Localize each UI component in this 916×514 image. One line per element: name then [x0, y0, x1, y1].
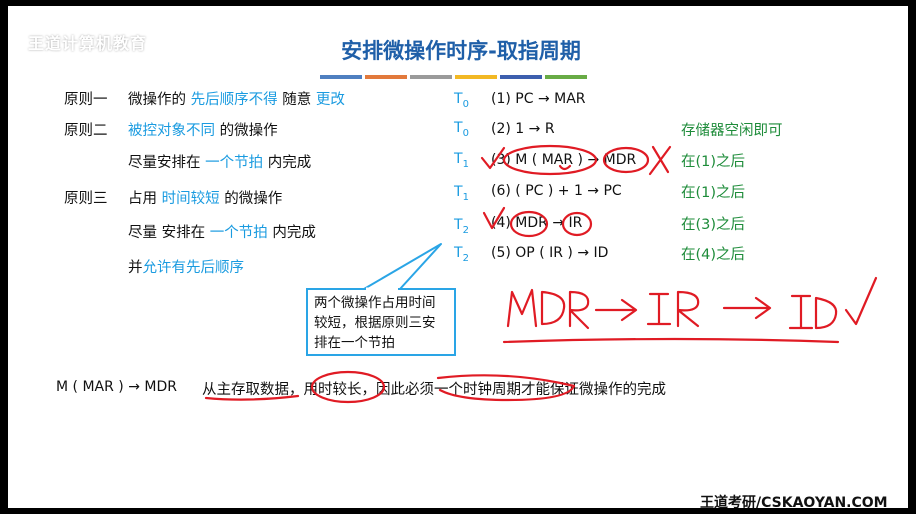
- footer-brand: 王道考研/CSKAOYAN.COM: [700, 495, 888, 508]
- callout-pointer-join: [366, 287, 398, 291]
- slide: 王道计算机教育 安排微操作时序-取指周期 原则一 微操作的 先后顺序不得 随意 …: [8, 6, 908, 508]
- bottom-explanation: 从主存取数据，用时较长，因此必须一个时钟周期才能保证微操作的完成: [202, 382, 666, 398]
- bottom-expression: M ( MAR ) → MDR: [56, 379, 177, 395]
